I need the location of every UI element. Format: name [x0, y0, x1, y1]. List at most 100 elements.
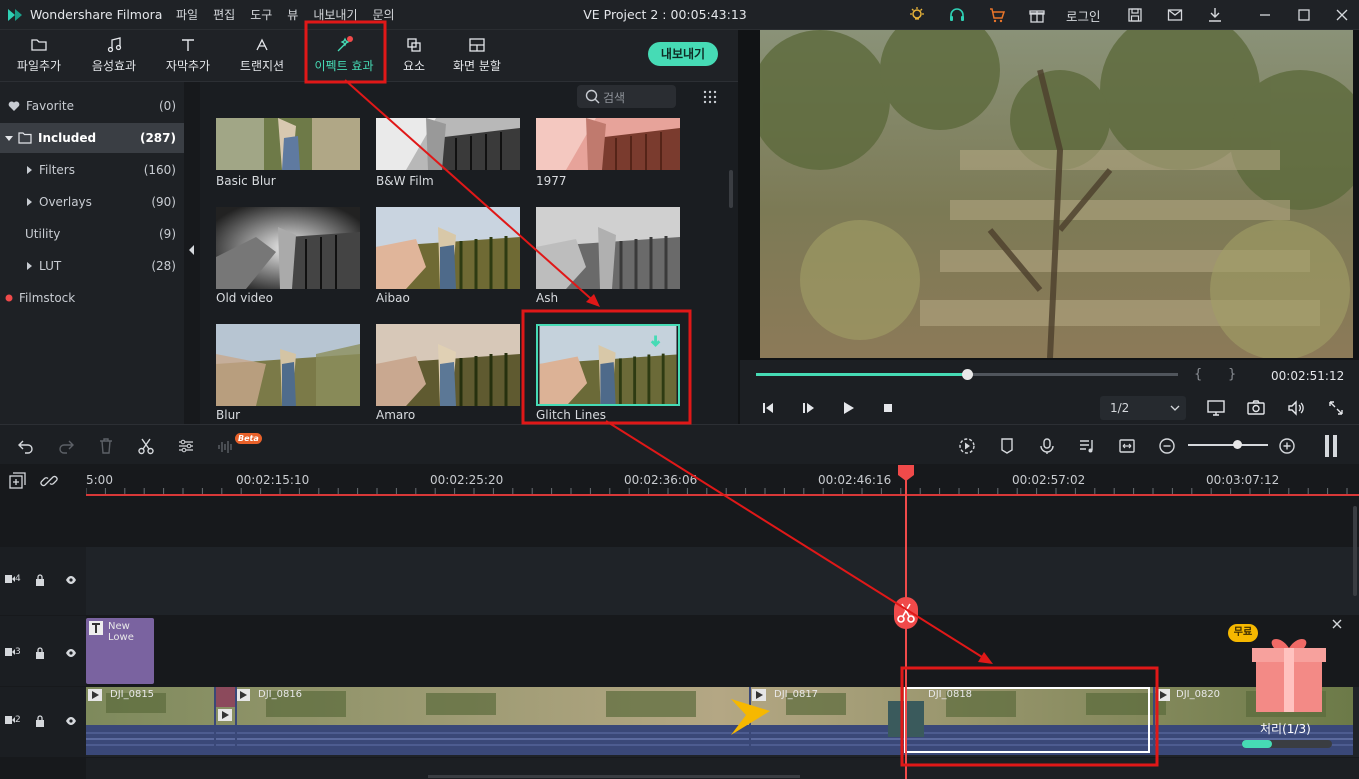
zoom-slider-track[interactable]: [1188, 444, 1268, 446]
caret-right-icon: [27, 166, 32, 174]
effect-thumb-glitch-lines[interactable]: [536, 324, 680, 406]
render-preview-icon[interactable]: [958, 437, 976, 455]
snapshot-camera-icon[interactable]: [1246, 398, 1266, 418]
undo-icon[interactable]: [17, 437, 35, 455]
timeline-ruler[interactable]: 5:00 00:02:15:10 00:02:25:20 00:02:36:06…: [0, 464, 1359, 496]
fit-timeline-icon[interactable]: [1118, 437, 1136, 455]
ruler-label: 00:03:07:12: [1206, 473, 1280, 487]
effect-thumb-old-video[interactable]: [216, 207, 360, 289]
scrub-handle[interactable]: [962, 369, 973, 380]
menu-help[interactable]: 문의: [373, 6, 395, 23]
volume-icon[interactable]: [1286, 398, 1306, 418]
headset-support-icon[interactable]: [948, 6, 966, 24]
minimize-icon[interactable]: [1256, 6, 1274, 24]
track-area-4[interactable]: [86, 547, 1359, 615]
menu-tools[interactable]: 도구: [250, 6, 272, 23]
tab-split-screen[interactable]: 화면 분할: [446, 30, 508, 82]
quality-select[interactable]: 1/2: [1100, 396, 1186, 420]
tab-elements[interactable]: 요소: [394, 30, 434, 82]
effects-scrollbar[interactable]: [729, 170, 733, 208]
maximize-icon[interactable]: [1295, 6, 1313, 24]
close-window-icon[interactable]: [1333, 6, 1351, 24]
filmora-logo-icon: [8, 9, 22, 21]
sidebar-item-included[interactable]: Included (287): [0, 123, 184, 153]
gift-promo[interactable]: 무료 처리(1/3): [1226, 618, 1354, 748]
eye-icon[interactable]: [65, 716, 77, 726]
play-icon[interactable]: [840, 400, 856, 416]
effect-thumb-bw-film[interactable]: [376, 118, 520, 170]
lock-icon[interactable]: [35, 647, 45, 659]
effect-thumb-1977[interactable]: [536, 118, 680, 170]
sidebar-item-filmstock[interactable]: Filmstock: [0, 283, 184, 313]
adjust-icon[interactable]: [177, 437, 195, 455]
grid-menu-icon[interactable]: [702, 89, 718, 105]
eye-icon[interactable]: [65, 648, 77, 658]
download-icon[interactable]: [1206, 6, 1224, 24]
effect-thumb-amaro[interactable]: [376, 324, 520, 406]
elements-icon: [407, 38, 421, 52]
redo-icon[interactable]: [57, 437, 75, 455]
delete-icon[interactable]: [97, 437, 115, 455]
previous-frame-icon[interactable]: [760, 400, 776, 416]
zoom-slider-handle[interactable]: [1233, 440, 1242, 449]
zoom-out-icon[interactable]: [1158, 437, 1176, 455]
stop-icon[interactable]: [880, 400, 896, 416]
mail-icon[interactable]: [1166, 6, 1184, 24]
sidebar-item-favorite[interactable]: Favorite (0): [0, 91, 184, 121]
sidebar-item-utility[interactable]: Utility (9): [0, 219, 184, 249]
menu-view[interactable]: 뷰: [287, 6, 298, 23]
close-promo-icon[interactable]: [1331, 618, 1343, 630]
effect-label: Old video: [216, 291, 273, 305]
playhead-marker-icon[interactable]: [897, 464, 915, 482]
audio-waveform-icon[interactable]: [217, 439, 235, 455]
microphone-icon[interactable]: [1038, 437, 1056, 455]
effect-thumb-blur[interactable]: [216, 324, 360, 406]
lock-icon[interactable]: [35, 574, 45, 586]
display-settings-icon[interactable]: [1206, 398, 1226, 418]
gift-icon[interactable]: [1028, 6, 1046, 24]
mark-out-bracket[interactable]: }: [1228, 367, 1236, 382]
sidebar-item-filters[interactable]: Filters (160): [0, 155, 184, 185]
zoom-in-icon[interactable]: [1278, 437, 1296, 455]
login-link[interactable]: 로그인: [1066, 6, 1101, 25]
lock-icon[interactable]: [35, 715, 45, 727]
sidebar-item-overlays[interactable]: Overlays (90): [0, 187, 184, 217]
effect-thumb-ash[interactable]: [536, 207, 680, 289]
mark-in-bracket[interactable]: {: [1194, 367, 1202, 382]
effect-thumb-basic-blur[interactable]: [216, 118, 360, 170]
fullscreen-icon[interactable]: [1326, 398, 1346, 418]
title-clip[interactable]: New Lowe: [86, 618, 154, 684]
title-t-icon: [89, 621, 103, 635]
menu-export[interactable]: 내보내기: [313, 6, 357, 23]
eye-icon[interactable]: [65, 575, 77, 585]
tab-titles[interactable]: 자막추가: [158, 30, 218, 82]
cart-icon[interactable]: [988, 6, 1006, 24]
tab-audio[interactable]: 음성효과: [84, 30, 144, 82]
split-scissors-icon[interactable]: [893, 596, 919, 630]
scissors-icon[interactable]: [137, 437, 155, 455]
selected-clip-outline[interactable]: [904, 687, 1150, 753]
lightbulb-icon[interactable]: [908, 6, 926, 24]
audio-mixer-icon[interactable]: [1078, 437, 1096, 455]
save-icon[interactable]: [1126, 6, 1144, 24]
menu-file[interactable]: 파일: [176, 6, 198, 23]
tab-transitions[interactable]: 트랜지션: [232, 30, 292, 82]
collapse-panel-icon[interactable]: [186, 240, 196, 260]
timeline-hscrollbar[interactable]: [428, 775, 800, 778]
next-frame-icon[interactable]: [800, 400, 816, 416]
timeline-vscrollbar[interactable]: [1353, 506, 1357, 596]
menu-edit[interactable]: 편집: [213, 6, 235, 23]
link-icon[interactable]: [40, 472, 58, 490]
preview-timecode: 00:02:51:12: [1271, 369, 1345, 383]
sidebar-item-lut[interactable]: LUT (28): [0, 251, 184, 281]
tab-import[interactable]: 파일추가: [8, 30, 70, 82]
track-area-2[interactable]: DJI_0815 DJI_0816 DJI_0817 DJI_0818 DJI_…: [86, 687, 1359, 757]
add-track-icon[interactable]: [8, 472, 26, 490]
track-area-3[interactable]: New Lowe: [86, 616, 1359, 686]
marker-icon[interactable]: [998, 437, 1016, 455]
tab-effects[interactable]: 이펙트 효과: [306, 30, 382, 82]
pause-icon[interactable]: [1322, 433, 1340, 459]
effect-thumb-aibao[interactable]: [376, 207, 520, 289]
export-button[interactable]: 내보내기: [648, 42, 718, 66]
search-input[interactable]: 검색: [577, 85, 676, 108]
